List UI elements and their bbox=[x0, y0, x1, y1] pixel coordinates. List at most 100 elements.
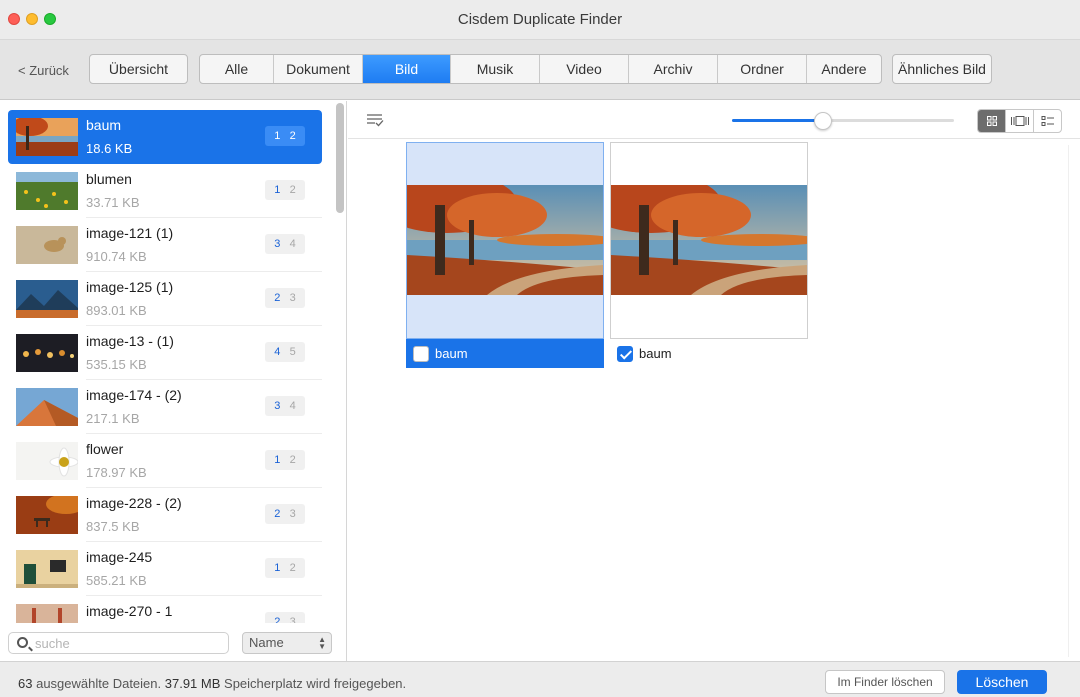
filmstrip-view-button[interactable] bbox=[1006, 110, 1034, 132]
list-item-size: 585.21 KB bbox=[86, 573, 147, 588]
list-item-size: 535.15 KB bbox=[86, 357, 147, 372]
selected-count: 2 bbox=[274, 616, 281, 623]
list-item-size: 837.5 KB bbox=[86, 519, 140, 534]
duplicate-card[interactable]: baum bbox=[610, 142, 808, 368]
duplicate-count-badge: 12 bbox=[265, 180, 305, 200]
card-caption: baum bbox=[406, 339, 604, 368]
selected-count: 1 bbox=[274, 130, 281, 142]
grid-icon bbox=[986, 116, 997, 126]
list-item-name: baum bbox=[86, 117, 122, 133]
list-item-size: 178.97 KB bbox=[86, 465, 147, 480]
autumn-tree-image bbox=[611, 185, 807, 295]
list-item-name: blumen bbox=[86, 171, 132, 187]
sort-select-value: Name bbox=[249, 635, 284, 650]
list-item[interactable]: image-174 - (2) 217.1 KB 3 4 bbox=[8, 380, 322, 434]
thumbnail-bench bbox=[16, 496, 78, 534]
tab-musik[interactable]: Musik bbox=[451, 55, 540, 83]
total-count: 2 bbox=[289, 454, 296, 466]
tab-dokument[interactable]: Dokument bbox=[274, 55, 363, 83]
total-count: 3 bbox=[289, 508, 296, 520]
list-item-name: image-228 - (2) bbox=[86, 495, 182, 511]
sort-select[interactable]: Name ▲ ▼ bbox=[242, 632, 332, 654]
tab-ordner[interactable]: Ordner bbox=[718, 55, 807, 83]
card-frame bbox=[610, 142, 808, 339]
tab-andere[interactable]: Andere bbox=[807, 55, 881, 83]
selected-count: 63 bbox=[18, 676, 33, 691]
duplicate-count-badge: 45 bbox=[265, 342, 305, 362]
list-item[interactable]: image-228 - (2) 837.5 KB 2 3 bbox=[8, 488, 322, 542]
thumbnail-daisy bbox=[16, 442, 78, 480]
delete-in-finder-button[interactable]: Im Finder löschen bbox=[825, 670, 945, 694]
list-view-button[interactable] bbox=[1034, 110, 1061, 132]
thumbnail-flower-field bbox=[16, 172, 78, 210]
total-count: 3 bbox=[289, 292, 296, 304]
selected-count: 4 bbox=[274, 346, 281, 358]
list-item[interactable]: image-245 585.21 KB 1 2 bbox=[8, 542, 322, 596]
list-item-size: 893.01 KB bbox=[86, 303, 147, 318]
total-count: 2 bbox=[289, 130, 296, 142]
card-checkbox[interactable] bbox=[617, 346, 633, 362]
list-item-name: flower bbox=[86, 441, 124, 457]
duplicate-count-badge: 34 bbox=[265, 234, 305, 254]
list-item-name: image-270 - 1 bbox=[86, 603, 173, 619]
list-item-size: 33.71 KB bbox=[86, 195, 140, 210]
card-label: baum bbox=[639, 346, 672, 361]
list-item[interactable]: blumen 33.71 KB 1 2 bbox=[8, 164, 322, 218]
selected-count: 3 bbox=[274, 400, 281, 412]
tab-archiv[interactable]: Archiv bbox=[629, 55, 718, 83]
delete-button[interactable]: Löschen bbox=[957, 670, 1047, 694]
list-item[interactable]: image-125 (1) 893.01 KB 2 3 bbox=[8, 272, 322, 326]
autumn-tree-image bbox=[407, 185, 603, 295]
similar-image-button[interactable]: Ähnliches Bild bbox=[892, 54, 992, 84]
duplicate-list: baum 18.6 KB 1 2 blumen 33.71 KB 1 2 image-121 (… bbox=[0, 101, 334, 623]
back-button[interactable]: < Zurück bbox=[18, 63, 69, 78]
list-item-name: image-13 - (1) bbox=[86, 333, 174, 349]
selected-count: 1 bbox=[274, 562, 281, 574]
window-title: Cisdem Duplicate Finder bbox=[457, 11, 623, 28]
sidebar-scrollbar[interactable] bbox=[336, 103, 344, 213]
file-type-tabs: Alle Dokument Bild Musik Video Archiv Or… bbox=[199, 54, 882, 84]
zoom-slider-knob[interactable] bbox=[814, 112, 833, 130]
selected-count: 2 bbox=[274, 292, 281, 304]
total-count: 2 bbox=[289, 184, 296, 196]
list-item-name: image-174 - (2) bbox=[86, 387, 182, 403]
thumbnail-autumn-tree bbox=[16, 118, 78, 156]
status-text-1: ausgewählte Dateien. bbox=[36, 676, 162, 691]
select-list-icon[interactable] bbox=[366, 113, 384, 127]
freed-size: 37.91 MB bbox=[164, 676, 221, 691]
title-bar: Cisdem Duplicate Finder bbox=[0, 0, 1080, 40]
view-mode-toggle bbox=[977, 109, 1062, 133]
list-item-size: 217.1 KB bbox=[86, 411, 140, 426]
search-input[interactable] bbox=[35, 634, 225, 652]
duplicate-card[interactable]: baum bbox=[406, 142, 604, 368]
list-item[interactable]: image-13 - (1) 535.15 KB 4 5 bbox=[8, 326, 322, 380]
list-item[interactable]: baum 18.6 KB 1 2 bbox=[8, 110, 322, 164]
preview-panel: baum baum bbox=[348, 101, 1080, 661]
list-item[interactable]: flower 178.97 KB 1 2 bbox=[8, 434, 322, 488]
status-text-2: Speicherplatz wird freigegeben. bbox=[224, 676, 407, 691]
overview-button[interactable]: Übersicht bbox=[89, 54, 188, 84]
thumbnail-mountains bbox=[16, 280, 78, 318]
list-item[interactable]: image-121 (1) 910.74 KB 3 4 bbox=[8, 218, 322, 272]
thumbnail-bridge bbox=[16, 604, 78, 623]
tab-alle[interactable]: Alle bbox=[200, 55, 274, 83]
list-item-size: 910.74 KB bbox=[86, 249, 147, 264]
zoom-slider-fill bbox=[732, 119, 824, 122]
selected-count: 1 bbox=[274, 184, 281, 196]
total-count: 4 bbox=[289, 400, 296, 412]
status-text: 63 ausgewählte Dateien. 37.91 MB Speiche… bbox=[18, 676, 406, 691]
zoom-slider[interactable] bbox=[732, 112, 954, 130]
thumbnail-house bbox=[16, 550, 78, 588]
duplicate-count-badge: 34 bbox=[265, 396, 305, 416]
tab-video[interactable]: Video bbox=[540, 55, 629, 83]
card-checkbox[interactable] bbox=[413, 346, 429, 362]
chevron-updown-icon: ▲ ▼ bbox=[318, 635, 326, 651]
tab-bild[interactable]: Bild bbox=[363, 55, 451, 83]
card-frame bbox=[406, 142, 604, 339]
preview-scrollbar-track[interactable] bbox=[1068, 145, 1075, 657]
thumbnail-dunes bbox=[16, 388, 78, 426]
grid-view-button[interactable] bbox=[978, 110, 1006, 132]
thumbnail-bokeh bbox=[16, 334, 78, 372]
list-item[interactable]: image-270 - 123 bbox=[8, 596, 322, 623]
card-label: baum bbox=[435, 346, 468, 361]
